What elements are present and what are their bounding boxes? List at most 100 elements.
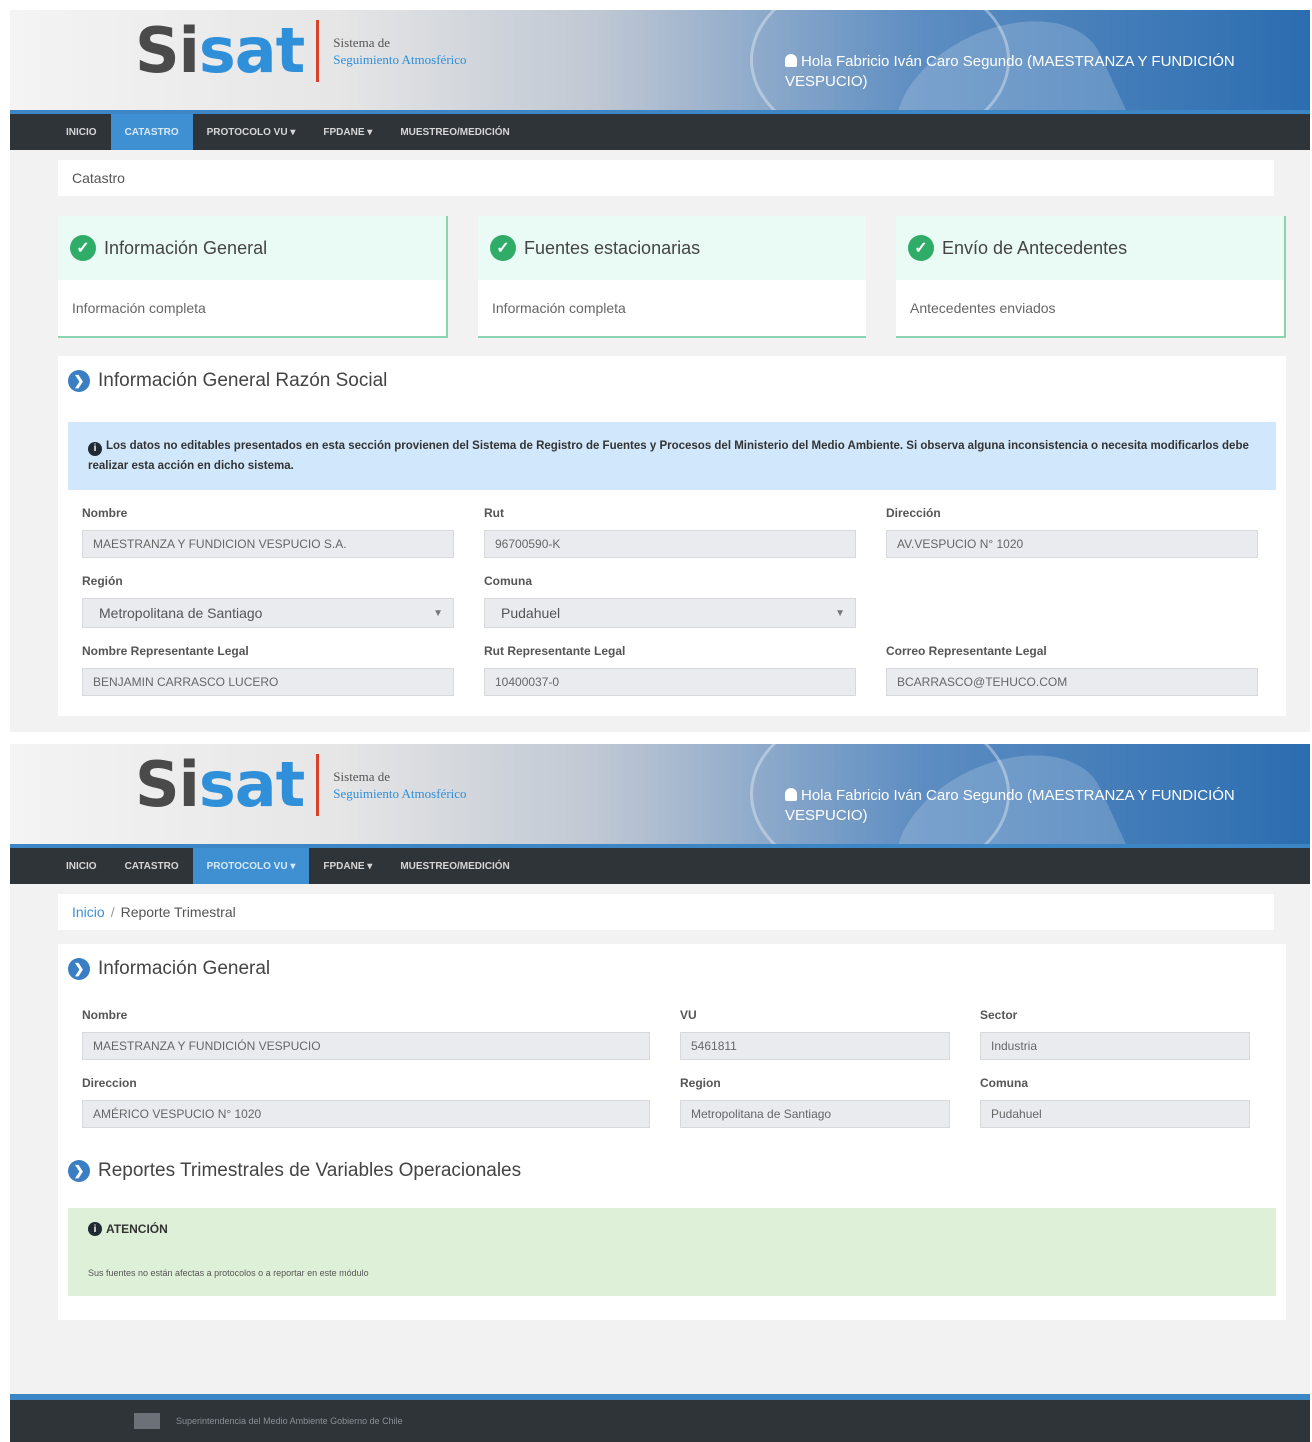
chevron-down-icon: ▾ [290, 126, 296, 138]
sisat-logo[interactable]: Sisat Sistema de Seguimiento Atmosférico [135, 754, 467, 816]
check-icon: ✓ [490, 235, 516, 261]
rut-field: 96700590-K [484, 530, 856, 558]
nav-protocolo-vu[interactable]: PROTOCOLO VU ▾ [193, 114, 310, 150]
razon-social-panel: ❯ Información General Razón Social i Los d… [58, 356, 1286, 716]
check-icon: ✓ [908, 235, 934, 261]
informacion-general-form: Nombre MAESTRANZA Y FUNDICIÓN VESPUCIO V… [68, 992, 1276, 1128]
page-footer: Superintendencia del Medio Ambiente Gobi… [10, 1394, 1310, 1442]
region-label: Region [680, 1076, 721, 1090]
breadcrumb-current: Catastro [72, 170, 125, 186]
footer-text: Superintendencia del Medio Ambiente Gobi… [176, 1416, 403, 1426]
screenshot-reporte-trimestral: Sisat Sistema de Seguimiento Atmosférico… [10, 744, 1310, 1442]
header-banner: Sisat Sistema de Seguimiento Atmosférico… [10, 10, 1310, 110]
sector-field: Industria [980, 1032, 1250, 1060]
chevron-down-icon: ▾ [367, 126, 373, 138]
alert-body: Sus fuentes no están afectas a protocolo… [88, 1268, 369, 1278]
comuna-field: Pudahuel [980, 1100, 1250, 1128]
logo-word: Sisat [135, 14, 305, 87]
card-envio-antecedentes[interactable]: ✓ Envío de Antecedentes Antecedentes envi… [896, 216, 1286, 338]
comuna-label: Comuna [484, 574, 532, 588]
breadcrumb-separator: / [110, 904, 115, 920]
card-status: Información completa [72, 300, 206, 316]
nav-inicio[interactable]: INICIO [52, 848, 111, 884]
razon-social-form: Nombre MAESTRANZA Y FUNDICION VESPUCIO S… [68, 490, 1276, 696]
vu-field: 5461811 [680, 1032, 950, 1060]
user-name: Hola Fabricio Iván Caro Segundo (MAESTRA… [785, 53, 1235, 90]
chevron-down-icon: ▼ [433, 607, 443, 619]
government-logo-icon [134, 1413, 160, 1429]
region-select[interactable]: Metropolitana de Santiago ▼ [82, 598, 454, 628]
card-informacion-general[interactable]: ✓ Información General Información complet… [58, 216, 448, 338]
nav-catastro[interactable]: CATASTRO [110, 114, 193, 150]
check-icon: ✓ [70, 235, 96, 261]
nav-fpdane[interactable]: FPDANE ▾ [309, 848, 386, 884]
direccion-field: AMÉRICO VESPUCIO N° 1020 [82, 1100, 650, 1128]
direccion-label: Dirección [886, 506, 941, 520]
alert-title: ATENCIÓN [106, 1222, 168, 1236]
rep-correo-label: Correo Representante Legal [886, 644, 1047, 658]
nombre-label: Nombre [82, 1008, 128, 1022]
card-fuentes-estacionarias[interactable]: ✓ Fuentes estacionarias Información compl… [478, 216, 866, 338]
breadcrumb-current: Reporte Trimestral [120, 904, 236, 920]
region-field: Metropolitana de Santiago [680, 1100, 950, 1128]
comuna-select[interactable]: Pudahuel ▼ [484, 598, 856, 628]
nav-muestreo[interactable]: MUESTREO/MEDICIÓN [386, 848, 523, 884]
nav-catastro[interactable]: CATASTRO [111, 848, 193, 884]
header-banner: Sisat Sistema de Seguimiento Atmosférico… [10, 744, 1310, 844]
card-title: Fuentes estacionarias [524, 237, 701, 258]
direccion-field: AV.VESPUCIO N° 1020 [886, 530, 1258, 558]
user-icon [785, 54, 797, 67]
panel-title: Información General [98, 958, 271, 979]
info-icon: i [88, 1222, 102, 1236]
main-nav: INICIO CATASTRO PROTOCOLO VU ▾ FPDANE ▾ … [10, 844, 1310, 884]
chevron-right-icon: ❯ [68, 370, 90, 392]
sector-label: Sector [980, 1008, 1018, 1022]
nav-fpdane[interactable]: FPDANE ▾ [309, 114, 386, 150]
nombre-label: Nombre [82, 506, 128, 520]
card-status: Antecedentes enviados [910, 300, 1056, 316]
chevron-down-icon: ▼ [835, 607, 845, 619]
card-title: Información General [104, 237, 268, 258]
user-icon [785, 788, 797, 801]
rep-correo-field: BCARRASCO@TEHUCO.COM [886, 668, 1258, 696]
rep-nombre-field: BENJAMIN CARRASCO LUCERO [82, 668, 454, 696]
screenshot-catastro: Sisat Sistema de Seguimiento Atmosférico… [10, 10, 1310, 732]
direccion-label: Direccion [82, 1076, 137, 1090]
logo-subtitle: Sistema de Seguimiento Atmosférico [333, 769, 467, 801]
region-label: Región [82, 574, 123, 588]
nav-protocolo-vu[interactable]: PROTOCOLO VU ▾ [192, 848, 310, 884]
user-greeting[interactable]: Hola Fabricio Iván Caro Segundo (MAESTRA… [785, 52, 1285, 92]
nav-muestreo[interactable]: MUESTREO/MEDICIÓN [386, 114, 523, 150]
nav-inicio[interactable]: INICIO [52, 114, 111, 150]
user-name: Hola Fabricio Iván Caro Segundo (MAESTRA… [785, 787, 1235, 824]
logo-separator [316, 20, 320, 82]
chevron-right-icon: ❯ [68, 1160, 90, 1182]
region-selected: Metropolitana de Santiago [99, 605, 263, 621]
sisat-logo[interactable]: Sisat Sistema de Seguimiento Atmosférico [135, 20, 467, 82]
chevron-down-icon: ▾ [290, 860, 296, 872]
comuna-selected: Pudahuel [501, 605, 561, 621]
info-notice: i Los datos no editables presentados en e… [68, 422, 1276, 490]
nombre-field: MAESTRANZA Y FUNDICION VESPUCIO S.A. [82, 530, 454, 558]
rep-rut-label: Rut Representante Legal [484, 644, 626, 658]
notice-text: Los datos no editables presentados en es… [88, 440, 1249, 472]
attention-alert: i ATENCIÓN Sus fuentes no están afectas a… [68, 1208, 1276, 1296]
user-greeting[interactable]: Hola Fabricio Iván Caro Segundo (MAESTRA… [785, 786, 1285, 826]
card-status: Información completa [492, 300, 626, 316]
chevron-down-icon: ▾ [367, 860, 373, 872]
chevron-right-icon: ❯ [68, 958, 90, 980]
main-nav: INICIO CATASTRO PROTOCOLO VU ▾ FPDANE ▾ … [10, 110, 1310, 150]
logo-word: Sisat [135, 748, 305, 821]
logo-separator [316, 754, 320, 816]
rep-nombre-label: Nombre Representante Legal [82, 644, 249, 658]
breadcrumb-home-link[interactable]: Inicio [72, 904, 105, 920]
comuna-label: Comuna [980, 1076, 1028, 1090]
panel-title: Información General Razón Social [98, 370, 388, 391]
status-cards: ✓ Información General Información complet… [58, 216, 1286, 338]
rep-rut-field: 10400037-0 [484, 668, 856, 696]
reports-section-title: Reportes Trimestrales de Variables Opera… [98, 1160, 522, 1181]
breadcrumb: Catastro [58, 160, 1274, 196]
logo-subtitle: Sistema de Seguimiento Atmosférico [333, 35, 467, 67]
nombre-field: MAESTRANZA Y FUNDICIÓN VESPUCIO [82, 1032, 650, 1060]
info-icon: i [88, 442, 102, 456]
